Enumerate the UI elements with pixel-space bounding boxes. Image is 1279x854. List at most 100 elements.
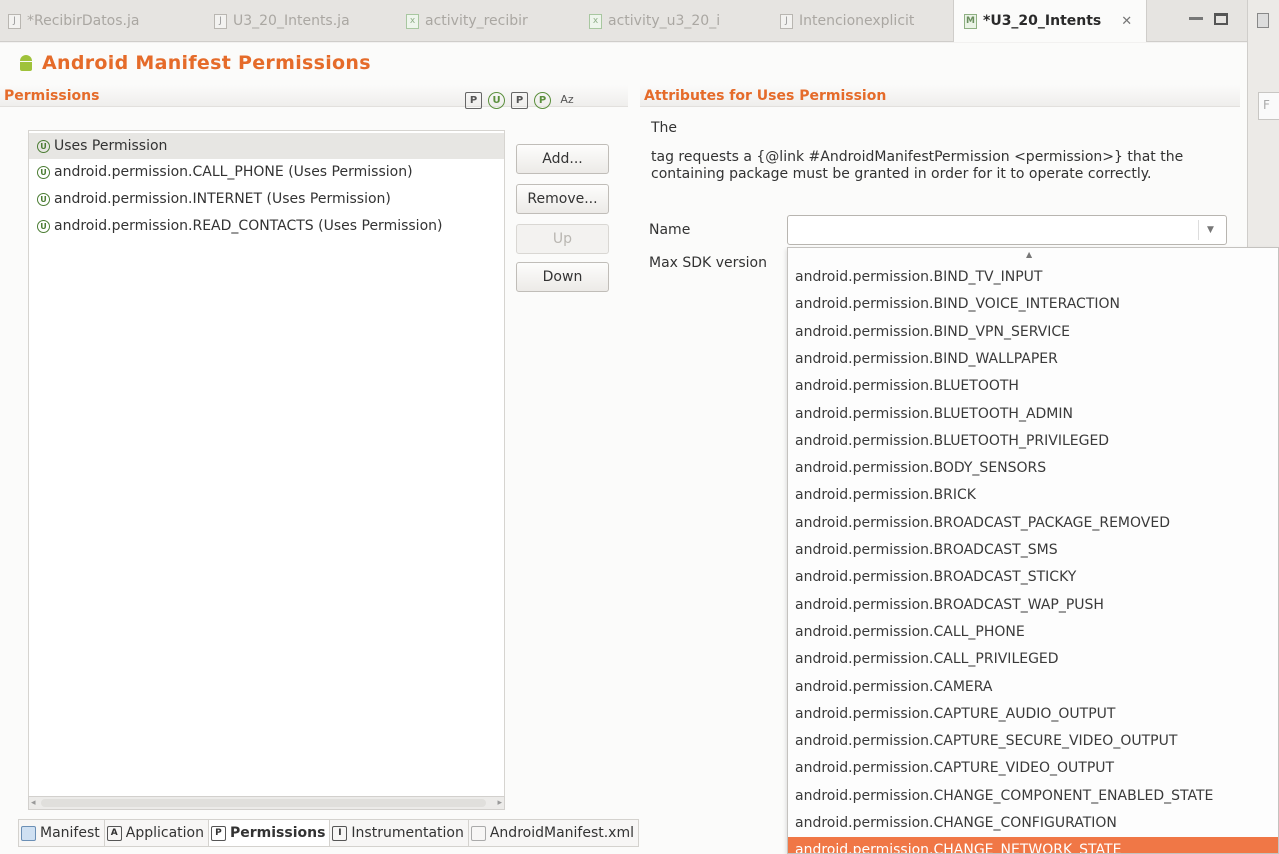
editor-tab-label: U3_20_Intents.ja xyxy=(233,13,350,29)
uses-permission-icon: U xyxy=(37,219,50,233)
xml-file-icon xyxy=(470,825,486,841)
chevron-down-icon[interactable]: ▼ xyxy=(1198,220,1222,240)
editor-tab-bar: J *RecibirDatos.ja J U3_20_Intents.ja x … xyxy=(0,0,1279,42)
name-combo[interactable]: ▼ xyxy=(787,215,1227,245)
maximize-icon[interactable] xyxy=(1214,13,1228,25)
uses-permission-filter-icon[interactable]: U xyxy=(488,92,505,109)
permission-filter-icon[interactable]: P xyxy=(465,92,482,109)
editor-tab-label: activity_u3_20_i xyxy=(608,13,721,29)
editor-tab-activity-u3-20[interactable]: x activity_u3_20_i xyxy=(589,0,720,42)
tree-item-read-contacts[interactable]: U android.permission.READ_CONTACTS (Uses… xyxy=(29,213,504,239)
attributes-section-header: Attributes for Uses Permission xyxy=(640,85,1240,107)
editor-tab-intencion-explicit[interactable]: J Intencionexplicit xyxy=(780,0,914,42)
permissions-tree[interactable]: U Uses Permission U android.permission.C… xyxy=(28,130,505,810)
name-dropdown-list[interactable]: ▲ android.permission.BIND_TV_INPUT androi… xyxy=(787,247,1279,854)
java-file-icon: J xyxy=(8,13,21,29)
uses-permission-icon: U xyxy=(37,139,50,153)
attributes-description: tag requests a {@link #AndroidManifestPe… xyxy=(651,149,1184,182)
dropdown-option[interactable]: android.permission.BROADCAST_STICKY xyxy=(788,564,1278,591)
page-tab-label: Manifest xyxy=(40,825,100,841)
dropdown-option[interactable]: android.permission.BROADCAST_PACKAGE_REM… xyxy=(788,510,1278,537)
page-tab-application[interactable]: A Application xyxy=(103,819,209,847)
application-icon: A xyxy=(106,825,122,841)
outline-view-icon[interactable] xyxy=(1257,13,1269,28)
dropdown-option[interactable]: android.permission.BIND_TV_INPUT xyxy=(788,264,1278,291)
minimize-icon[interactable] xyxy=(1189,17,1203,21)
editor-tab-manifest[interactable]: M *U3_20_Intents ✕ xyxy=(953,0,1148,42)
sort-alphabetical-icon[interactable]: Az xyxy=(557,92,577,109)
page-tab-manifest[interactable]: Manifest xyxy=(18,819,105,847)
scroll-right-icon[interactable]: ▸ xyxy=(497,797,502,809)
dropdown-option[interactable]: android.permission.BLUETOOTH_ADMIN xyxy=(788,401,1278,428)
page-tab-label: Application xyxy=(125,825,204,841)
page-title-text: Android Manifest Permissions xyxy=(42,52,371,74)
permission-tree-filter-icon[interactable]: P xyxy=(511,92,528,109)
tree-item-label: android.permission.READ_CONTACTS (Uses P… xyxy=(54,218,443,234)
max-sdk-label: Max SDK version xyxy=(649,255,767,271)
editor-tab-u3-20-intents-java[interactable]: J U3_20_Intents.ja xyxy=(214,0,350,42)
dropdown-option[interactable]: android.permission.BLUETOOTH xyxy=(788,373,1278,400)
side-panel-field[interactable]: F xyxy=(1258,92,1279,120)
editor-tab-label: *RecibirDatos.ja xyxy=(27,13,140,29)
uses-permission-icon: U xyxy=(37,192,50,206)
name-label: Name xyxy=(649,222,691,238)
dropdown-option[interactable]: android.permission.CALL_PHONE xyxy=(788,619,1278,646)
tree-item-label: android.permission.INTERNET (Uses Permis… xyxy=(54,191,391,207)
scrollbar-thumb[interactable] xyxy=(41,799,486,807)
editor-tab-label: activity_recibir xyxy=(425,13,528,29)
page-tab-instrumentation[interactable]: I Instrumentation xyxy=(329,819,469,847)
dropdown-option[interactable]: android.permission.BIND_VOICE_INTERACTIO… xyxy=(788,291,1278,318)
dropdown-option[interactable]: android.permission.CHANGE_COMPONENT_ENAB… xyxy=(788,783,1278,810)
tree-item-uses-permission[interactable]: U Uses Permission xyxy=(29,133,504,159)
scroll-left-icon[interactable]: ◂ xyxy=(31,797,36,809)
editor-tab-label: Intencionexplicit xyxy=(799,13,915,29)
down-button[interactable]: Down xyxy=(516,262,609,292)
page-tab-label: AndroidManifest.xml xyxy=(489,825,634,841)
dropdown-option[interactable]: android.permission.CAPTURE_VIDEO_OUTPUT xyxy=(788,755,1278,782)
manifest-page-tabs: Manifest A Application P Permissions I I… xyxy=(18,818,639,848)
java-file-icon: J xyxy=(214,13,227,29)
page-tab-permissions[interactable]: P Permissions xyxy=(207,819,331,847)
page-tab-label: Instrumentation xyxy=(351,825,464,841)
page-tab-label: Permissions xyxy=(229,825,326,841)
attributes-intro: The xyxy=(651,120,678,136)
dropdown-option[interactable]: android.permission.BODY_SENSORS xyxy=(788,455,1278,482)
dropdown-option[interactable]: android.permission.CHANGE_NETWORK_STATE xyxy=(788,837,1278,853)
dropdown-option[interactable]: android.permission.CAPTURE_SECURE_VIDEO_… xyxy=(788,728,1278,755)
dropdown-option[interactable]: android.permission.BIND_VPN_SERVICE xyxy=(788,319,1278,346)
manifest-icon xyxy=(21,825,36,841)
permissions-icon: P xyxy=(210,825,226,841)
page-title: Android Manifest Permissions xyxy=(18,50,371,76)
tree-item-internet[interactable]: U android.permission.INTERNET (Uses Perm… xyxy=(29,186,504,212)
dropdown-option[interactable]: android.permission.BROADCAST_WAP_PUSH xyxy=(788,592,1278,619)
dropdown-option[interactable]: android.permission.BLUETOOTH_PRIVILEGED xyxy=(788,428,1278,455)
java-file-icon: J xyxy=(780,13,793,29)
dropdown-option[interactable]: android.permission.CAPTURE_AUDIO_OUTPUT xyxy=(788,701,1278,728)
up-button[interactable]: Up xyxy=(516,224,609,254)
dropdown-option[interactable]: android.permission.CHANGE_CONFIGURATION xyxy=(788,810,1278,837)
remove-button[interactable]: Remove... xyxy=(516,184,609,214)
editor-tab-recibir-datos[interactable]: J *RecibirDatos.ja xyxy=(8,0,139,42)
tree-item-label: android.permission.CALL_PHONE (Uses Perm… xyxy=(54,164,413,180)
dropdown-option[interactable]: android.permission.CAMERA xyxy=(788,674,1278,701)
dropdown-option[interactable]: android.permission.CALL_PRIVILEGED xyxy=(788,646,1278,673)
tree-horizontal-scrollbar[interactable]: ◂ ▸ xyxy=(28,796,505,810)
tree-item-call-phone[interactable]: U android.permission.CALL_PHONE (Uses Pe… xyxy=(29,159,504,185)
editor-tab-label: *U3_20_Intents xyxy=(983,13,1102,29)
dropdown-option[interactable]: android.permission.BROADCAST_SMS xyxy=(788,537,1278,564)
instrumentation-icon: I xyxy=(332,825,348,841)
page-tab-android-manifest-xml[interactable]: AndroidManifest.xml xyxy=(467,819,639,847)
add-button[interactable]: Add... xyxy=(516,144,609,174)
uses-permission-icon: U xyxy=(37,165,50,179)
dropdown-option[interactable]: android.permission.BRICK xyxy=(788,482,1278,509)
android-icon xyxy=(18,55,34,71)
xml-file-icon: x xyxy=(589,13,602,29)
permission-group-filter-icon[interactable]: P xyxy=(534,92,551,109)
scroll-up-icon[interactable]: ▲ xyxy=(1026,250,1032,259)
manifest-file-icon: M xyxy=(964,13,977,29)
editor-tab-activity-recibir[interactable]: x activity_recibir xyxy=(406,0,528,42)
dropdown-option[interactable]: android.permission.BIND_WALLPAPER xyxy=(788,346,1278,373)
xml-file-icon: x xyxy=(406,13,419,29)
close-tab-icon[interactable]: ✕ xyxy=(1121,14,1132,29)
permission-filter-toolbar: P U P P Az xyxy=(465,92,577,109)
